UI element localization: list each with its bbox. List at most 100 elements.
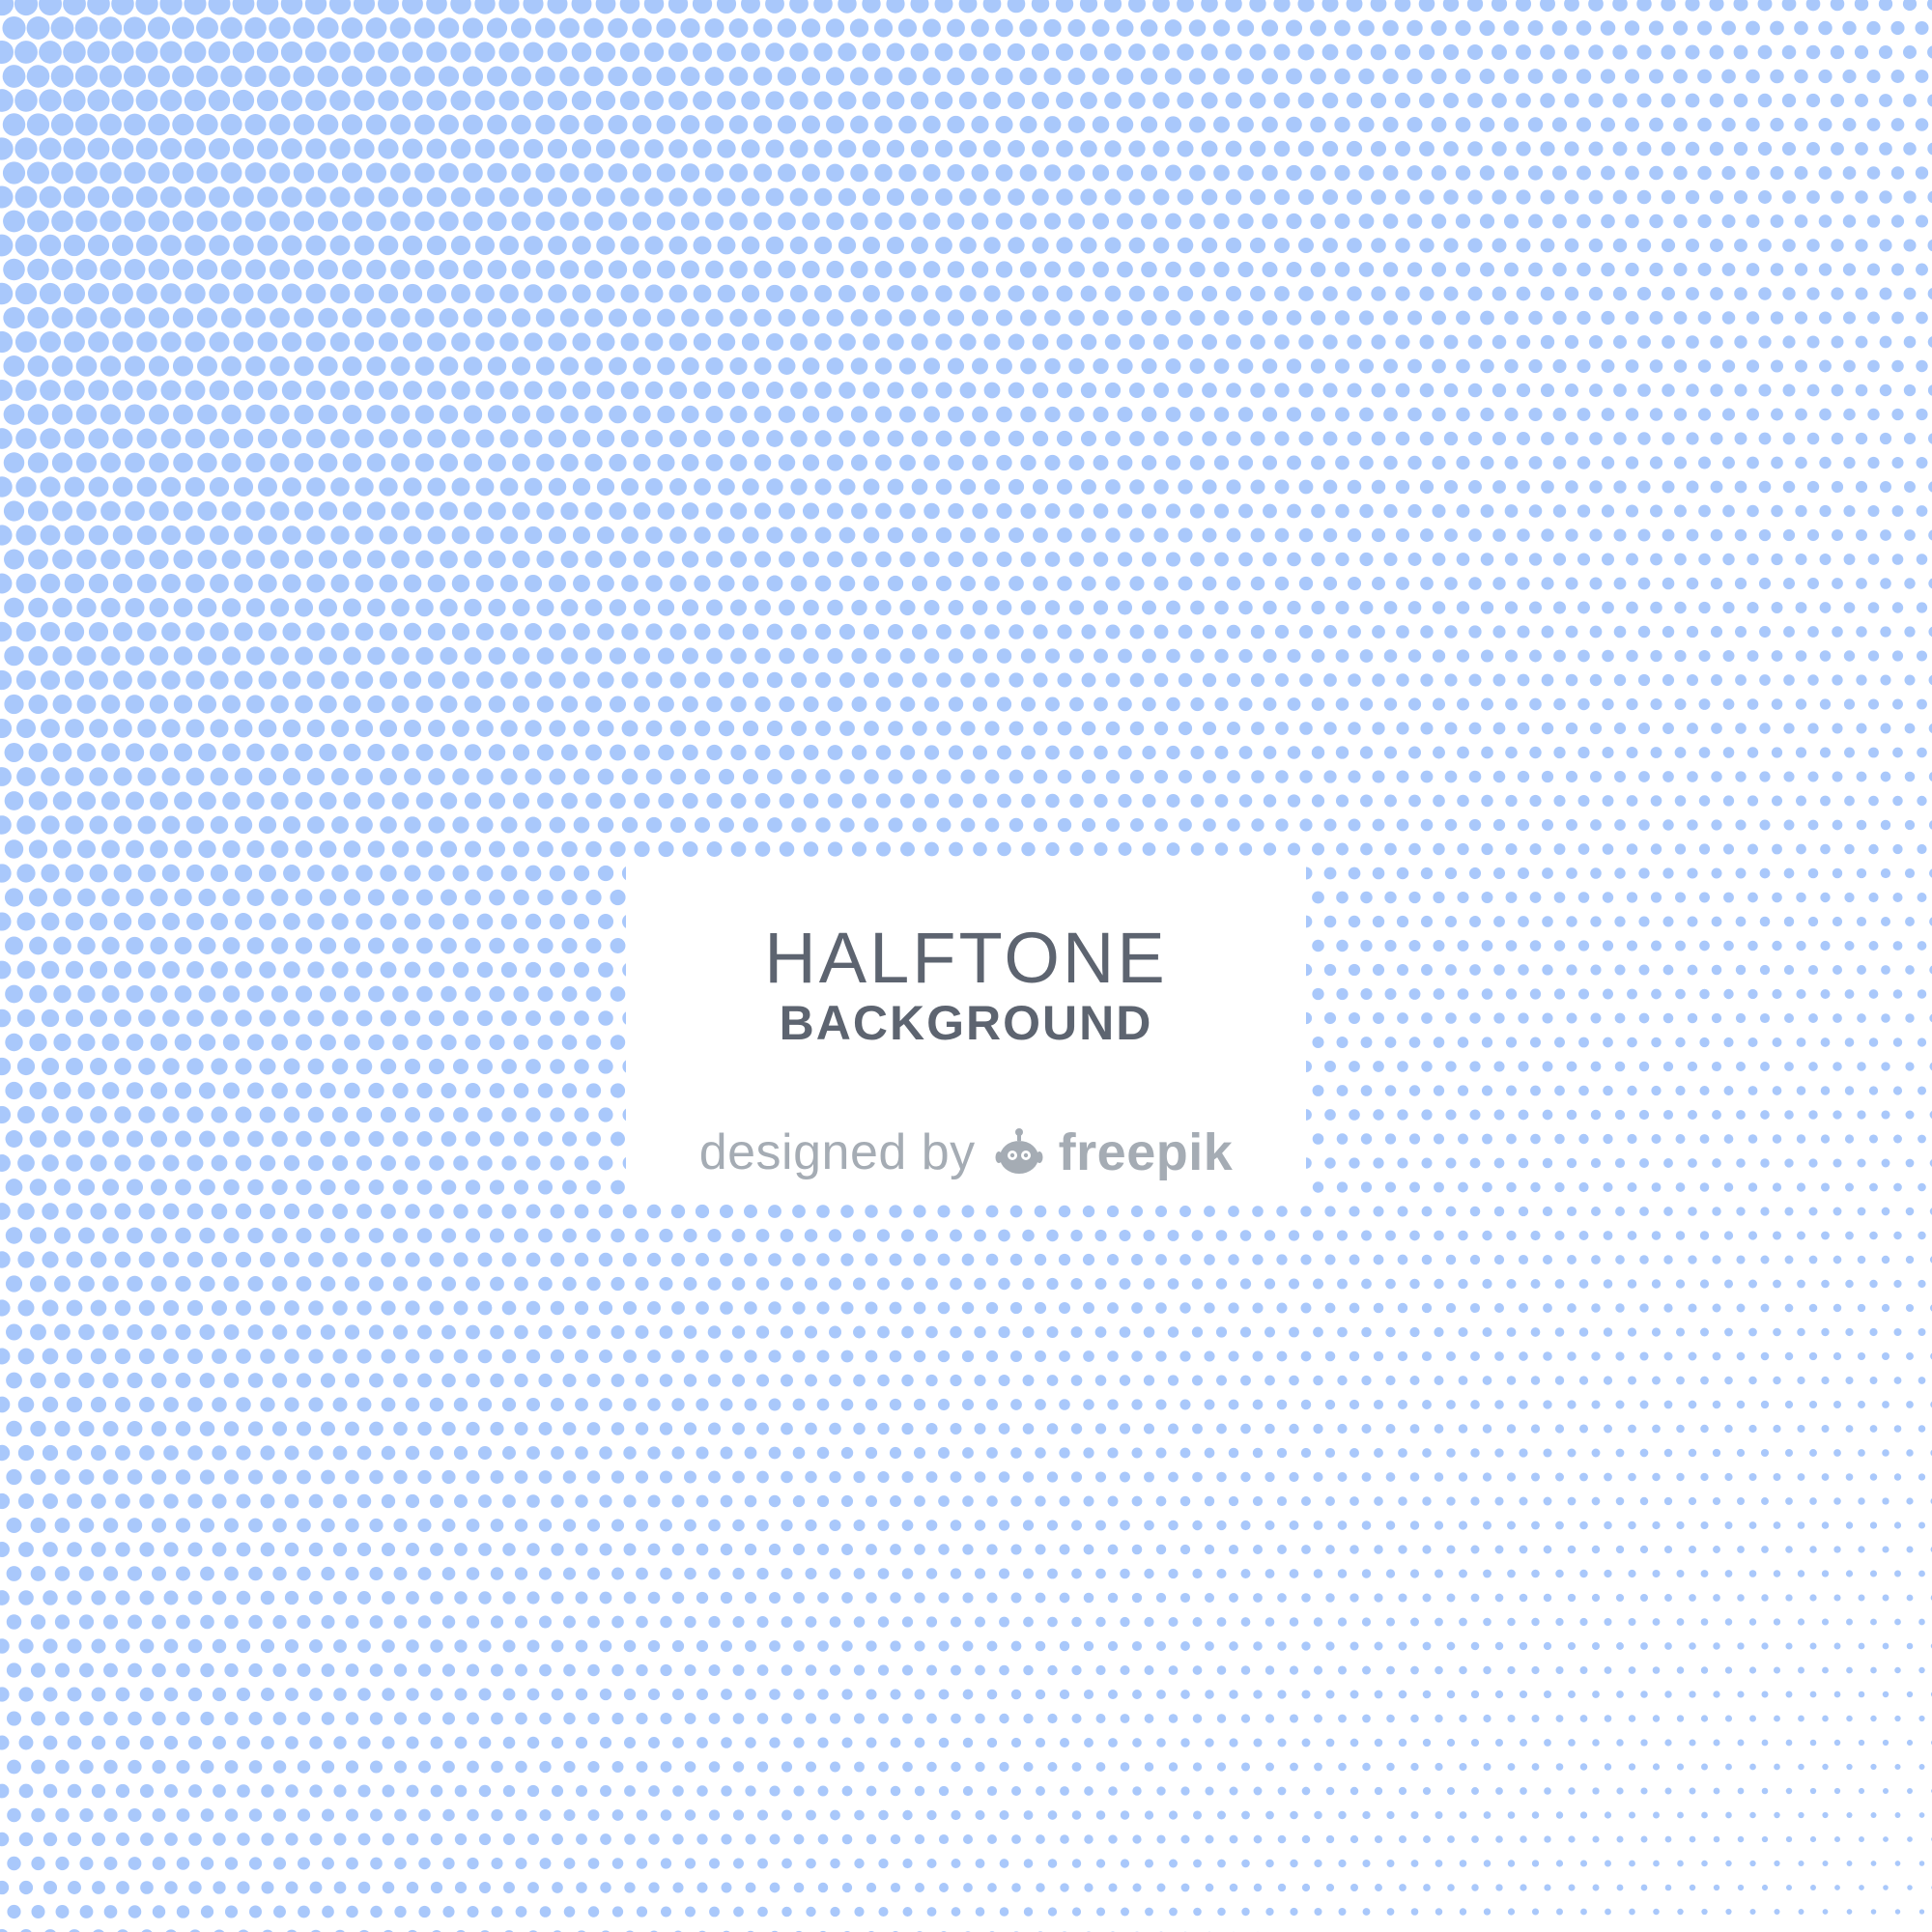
halftone-dot <box>451 332 470 352</box>
halftone-dot <box>889 1350 902 1363</box>
halftone-dot <box>1408 891 1421 904</box>
halftone-dot <box>464 598 482 617</box>
halftone-dot <box>247 1227 264 1244</box>
halftone-dot <box>1723 1182 1734 1192</box>
halftone-dot <box>295 791 313 810</box>
halftone-dot <box>220 113 242 136</box>
halftone-dot <box>501 1204 517 1219</box>
halftone-dot <box>198 937 216 954</box>
halftone-dot <box>403 381 422 400</box>
halftone-dot <box>1264 1375 1275 1386</box>
halftone-dot <box>1201 285 1218 302</box>
halftone-dot <box>888 769 903 784</box>
halftone-dot <box>1008 478 1025 496</box>
halftone-dot <box>235 1154 252 1172</box>
halftone-dot <box>1202 431 1217 446</box>
halftone-dot <box>1383 746 1398 759</box>
halftone-dot <box>1082 1253 1095 1266</box>
halftone-dot <box>1274 286 1290 301</box>
halftone-dot <box>162 1154 180 1172</box>
halftone-dot <box>877 1325 890 1339</box>
halftone-dot <box>1590 1109 1602 1121</box>
halftone-dot <box>3 500 25 522</box>
halftone-dot <box>258 815 277 835</box>
halftone-dot <box>1927 45 1932 59</box>
halftone-dot <box>1651 1133 1662 1145</box>
halftone-dot <box>1588 334 1604 350</box>
halftone-dot <box>1059 1399 1070 1410</box>
halftone-dot <box>1867 359 1880 373</box>
halftone-dot <box>172 16 194 40</box>
halftone-dot <box>1650 697 1662 711</box>
halftone-dot <box>742 478 759 496</box>
halftone-dot <box>1675 1037 1686 1048</box>
halftone-dot <box>657 502 675 520</box>
halftone-dot <box>1394 92 1411 109</box>
halftone-dot <box>5 936 23 955</box>
halftone-dot <box>1191 1278 1204 1290</box>
halftone-dot <box>985 1205 999 1218</box>
halftone-dot <box>1455 262 1471 277</box>
halftone-dot <box>1298 479 1314 495</box>
halftone-dot <box>1697 69 1712 84</box>
halftone-dot <box>1516 189 1531 205</box>
halftone-dot <box>1469 1012 1481 1024</box>
halftone-dot <box>125 549 145 570</box>
halftone-dot <box>766 575 783 592</box>
halftone-dot <box>609 453 627 472</box>
halftone-dot <box>1639 1400 1649 1409</box>
halftone-dot <box>429 1445 444 1461</box>
halftone-dot <box>996 696 1012 712</box>
halftone-dot <box>1697 213 1712 229</box>
halftone-dot <box>1831 432 1844 445</box>
halftone-dot <box>1506 1133 1517 1145</box>
halftone-dot <box>1516 238 1531 253</box>
halftone-dot <box>138 1348 156 1365</box>
halftone-dot <box>52 839 72 859</box>
halftone-dot <box>0 1009 12 1028</box>
halftone-dot <box>717 139 736 158</box>
halftone-dot <box>64 525 85 546</box>
halftone-dot <box>126 936 144 955</box>
halftone-dot <box>1917 747 1927 758</box>
halftone-dot <box>0 476 13 497</box>
halftone-dot <box>260 1349 275 1364</box>
halftone-dot <box>381 1445 396 1461</box>
halftone-dot <box>1057 721 1072 736</box>
halftone-dot <box>173 598 193 617</box>
halftone-dot <box>466 1421 480 1436</box>
halftone-dot <box>1382 262 1399 277</box>
halftone-dot <box>1433 794 1445 808</box>
halftone-dot <box>1820 1086 1831 1095</box>
halftone-dot <box>1759 674 1771 686</box>
halftone-dot <box>1711 1012 1722 1024</box>
halftone-dot <box>1443 141 1459 156</box>
halftone-dot <box>452 768 469 785</box>
halftone-dot <box>1128 43 1146 61</box>
halftone-dot <box>284 1349 299 1364</box>
halftone-dot <box>380 961 397 979</box>
halftone-dot <box>598 1107 613 1122</box>
halftone-dot <box>1903 94 1917 107</box>
halftone-dot <box>599 1350 612 1363</box>
halftone-dot <box>1722 698 1735 710</box>
halftone-dot <box>1736 1158 1746 1168</box>
halftone-dot <box>1566 1206 1577 1217</box>
halftone-dot <box>935 526 952 544</box>
halftone-dot <box>559 66 580 87</box>
halftone-dot <box>1589 673 1603 687</box>
halftone-dot <box>816 1301 830 1315</box>
halftone-dot <box>1674 892 1687 903</box>
halftone-dot <box>208 89 231 112</box>
halftone-dot <box>1796 1182 1806 1192</box>
halftone-dot <box>813 139 833 158</box>
halftone-dot <box>778 163 796 183</box>
halftone-dot <box>901 1422 914 1435</box>
halftone-dot <box>634 744 650 761</box>
halftone-dot <box>1867 602 1880 613</box>
halftone-dot <box>608 17 628 39</box>
halftone-dot <box>995 164 1013 182</box>
halftone-dot <box>910 187 929 207</box>
halftone-dot <box>381 1252 396 1267</box>
halftone-dot <box>1663 1351 1673 1361</box>
